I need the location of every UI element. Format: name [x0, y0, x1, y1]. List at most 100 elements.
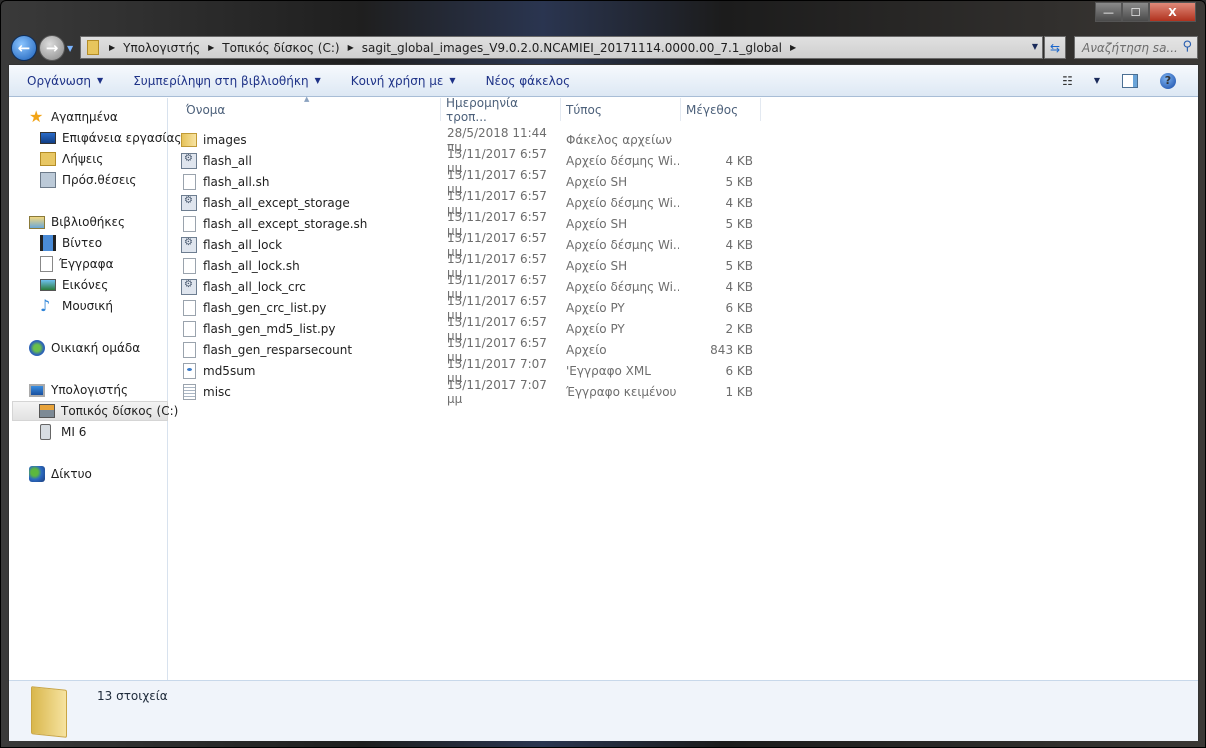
video-icon	[40, 235, 56, 251]
preview-pane-icon[interactable]	[1122, 73, 1138, 88]
breadcrumb-computer[interactable]: Υπολογιστής	[123, 41, 200, 55]
file-size: 2 KB	[725, 321, 753, 336]
explorer-window: — ☐ X ← → ▼ ▶ Υπολογιστής ▶ Τοπικός δίσκ…	[0, 0, 1206, 748]
search-icon[interactable]: ⚲	[1182, 39, 1192, 54]
computer-icon	[29, 383, 45, 397]
file-name-cell: flash_gen_resparsecount	[181, 341, 441, 358]
command-bar: Οργάνωση ▼ Συμπερίληψη στη βιβλιοθήκη ▼ Κο…	[9, 65, 1198, 97]
file-row[interactable]: misc 13/11/2017 7:07 μμ Έγγραφο κειμένου 1 …	[181, 378, 753, 406]
homegroup-icon	[29, 340, 45, 356]
column-date[interactable]: Ημερομηνία τροπ...	[441, 96, 561, 124]
network-icon	[29, 466, 45, 482]
star-icon: ★	[29, 107, 44, 126]
chevron-down-icon: ▼	[97, 76, 104, 85]
file-name: flash_gen_resparsecount	[203, 342, 353, 357]
sidebar-item-pictures[interactable]: Εικόνες	[40, 275, 108, 295]
minimize-button[interactable]: —	[1095, 2, 1122, 22]
include-label: Συμπερίληψη στη βιβλιοθήκη	[133, 73, 309, 88]
file-rows: images28/5/2018 11:44 πμΦάκελος αρχείωνf…	[181, 126, 753, 406]
column-headers: ▲ Όνομα Ημερομηνία τροπ... Τύπος Μέγεθος	[169, 95, 761, 124]
file-file-icon	[183, 299, 196, 316]
file-size: 4 KB	[725, 153, 753, 168]
sidebar-label: Βιβλιοθήκες	[51, 215, 126, 229]
txt-file-icon	[183, 383, 196, 400]
sidebar-item-documents[interactable]: Έγγραφα	[40, 254, 114, 274]
sidebar-item-downloads[interactable]: Λήψεις	[40, 149, 103, 169]
organize-button[interactable]: Οργάνωση ▼	[17, 65, 113, 96]
file-size: 4 KB	[725, 195, 753, 210]
include-in-library-button[interactable]: Συμπερίληψη στη βιβλιοθήκη ▼	[123, 65, 331, 96]
close-button[interactable]: X	[1149, 2, 1196, 22]
sidebar-label: Έγγραφα	[59, 257, 114, 271]
refresh-button[interactable]: ⇆	[1044, 36, 1066, 59]
file-size: 6 KB	[725, 363, 753, 378]
file-name: flash_all	[203, 153, 252, 168]
file-name: flash_all_lock	[203, 237, 283, 252]
bat-file-icon	[181, 194, 197, 211]
recent-pages-dropdown[interactable]: ▼	[67, 44, 73, 53]
sidebar-item-network[interactable]: Δίκτυο	[29, 464, 92, 484]
column-label: Όνομα	[186, 102, 226, 117]
column-size[interactable]: Μέγεθος	[681, 98, 761, 121]
organize-label: Οργάνωση	[27, 73, 92, 88]
sort-ascending-icon: ▲	[304, 95, 310, 103]
sidebar-item-favorites[interactable]: ★ Αγαπημένα	[29, 107, 118, 127]
new-folder-button[interactable]: Νέος φάκελος	[476, 65, 581, 96]
sidebar-item-recent-places[interactable]: Πρόσ.θέσεις	[40, 170, 136, 190]
sidebar-item-desktop[interactable]: Επιφάνεια εργασίας	[40, 128, 181, 148]
file-size: 1 KB	[725, 384, 753, 399]
navigation-buttons: ← → ▼	[11, 35, 73, 61]
column-name[interactable]: ▲ Όνομα	[169, 95, 441, 121]
sidebar-item-mi6[interactable]: MI 6	[40, 422, 86, 442]
column-type[interactable]: Τύπος	[561, 98, 681, 121]
xml-file-icon	[183, 362, 196, 379]
phone-icon	[40, 424, 51, 440]
search-placeholder: Αναζήτηση sa...	[1082, 40, 1178, 55]
sidebar-item-local-disk[interactable]: Τοπικός δίσκος (C:)	[12, 401, 178, 421]
search-input[interactable]: Αναζήτηση sa... ⚲	[1074, 36, 1198, 59]
bat-file-icon	[181, 278, 197, 295]
address-history-dropdown[interactable]: ▼	[1032, 42, 1038, 51]
sidebar-item-computer[interactable]: Υπολογιστής	[29, 380, 128, 400]
breadcrumb-separator[interactable]: ▶	[790, 43, 796, 52]
folder-icon	[31, 686, 67, 738]
downloads-icon	[40, 152, 56, 166]
file-name-cell: flash_all	[181, 152, 441, 169]
file-name-cell: flash_all_lock.sh	[181, 257, 441, 274]
change-view-icon[interactable]: ☷	[1062, 74, 1073, 88]
back-button[interactable]: ←	[11, 35, 37, 61]
breadcrumb-separator[interactable]: ▶	[208, 43, 214, 52]
sidebar-item-homegroup[interactable]: Οικιακή ομάδα	[29, 338, 140, 358]
breadcrumb-current-folder[interactable]: sagit_global_images_V9.0.2.0.NCAMIEI_201…	[362, 41, 782, 55]
file-type: Φάκελος αρχείων	[566, 132, 672, 147]
drive-icon	[39, 404, 55, 418]
window-controls: — ☐ X	[1095, 2, 1196, 22]
chevron-down-icon: ▼	[449, 76, 456, 85]
sidebar-item-music[interactable]: ♪ Μουσική	[40, 296, 113, 316]
forward-button[interactable]: →	[39, 35, 65, 61]
file-name-cell: flash_all_lock_crc	[181, 278, 441, 295]
address-bar[interactable]: ▶ Υπολογιστής ▶ Τοπικός δίσκος (C:) ▶ sa…	[80, 36, 1043, 59]
view-options-dropdown[interactable]: ▼	[1094, 76, 1100, 85]
help-icon[interactable]: ?	[1160, 72, 1176, 89]
file-name-cell: flash_all_except_storage.sh	[181, 215, 441, 232]
sidebar-label: Δίκτυο	[51, 467, 92, 481]
file-type: Έγγραφο κειμένου	[566, 384, 677, 399]
breadcrumb-separator[interactable]: ▶	[109, 43, 115, 52]
breadcrumb-local-disk[interactable]: Τοπικός δίσκος (C:)	[222, 41, 339, 55]
sidebar-label: Υπολογιστής	[51, 383, 128, 397]
breadcrumb-separator[interactable]: ▶	[348, 43, 354, 52]
libraries-icon	[29, 215, 45, 229]
folder-icon	[87, 40, 99, 55]
share-with-button[interactable]: Κοινή χρήση με ▼	[341, 65, 466, 96]
file-name-cell: images	[181, 132, 441, 147]
file-name: flash_all_lock.sh	[203, 258, 300, 273]
sidebar-item-videos[interactable]: Βίντεο	[40, 233, 102, 253]
maximize-button[interactable]: ☐	[1122, 2, 1149, 22]
file-type: Αρχείο δέσμης Wi...	[566, 237, 679, 252]
file-name: flash_all_except_storage.sh	[203, 216, 368, 231]
file-name: images	[203, 132, 247, 147]
details-pane: 13 στοιχεία	[9, 680, 1198, 741]
file-file-icon	[183, 173, 196, 190]
sidebar-item-libraries[interactable]: Βιβλιοθήκες	[29, 212, 125, 232]
